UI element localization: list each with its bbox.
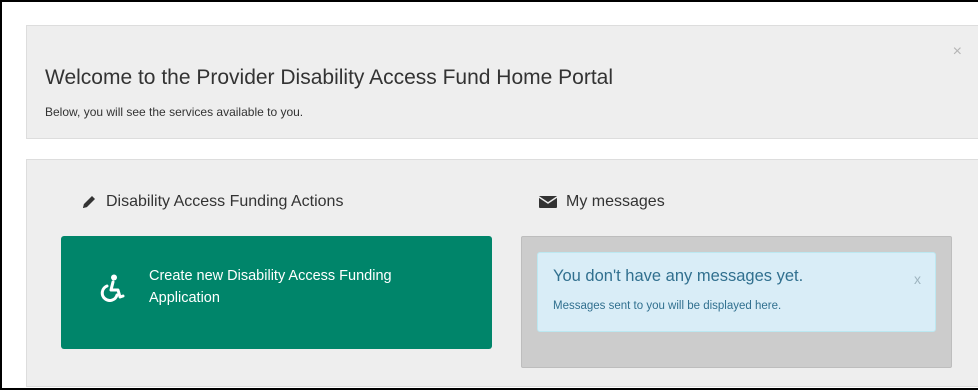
alert-close-button[interactable]: x bbox=[914, 271, 921, 287]
envelope-icon bbox=[539, 196, 557, 208]
pencil-icon bbox=[83, 196, 95, 208]
services-panel: Disability Access Funding Actions My mes… bbox=[26, 159, 978, 387]
messages-well: You don't have any messages yet. Message… bbox=[521, 236, 952, 368]
alert-text: Messages sent to you will be displayed h… bbox=[553, 300, 782, 312]
alert-title: You don't have any messages yet. bbox=[553, 267, 804, 285]
actions-heading-label: Disability Access Funding Actions bbox=[106, 193, 344, 210]
welcome-close-button[interactable]: × bbox=[953, 44, 962, 60]
welcome-banner: × Welcome to the Provider Disability Acc… bbox=[26, 25, 978, 139]
page-title: Welcome to the Provider Disability Acces… bbox=[45, 66, 614, 89]
create-application-label: Create new Disability Access Funding App… bbox=[149, 268, 392, 306]
messages-heading: My messages bbox=[539, 193, 665, 211]
page-subtitle: Below, you will see the services availab… bbox=[45, 105, 304, 119]
wheelchair-icon bbox=[100, 274, 125, 302]
messages-heading-label: My messages bbox=[566, 193, 665, 210]
actions-heading: Disability Access Funding Actions bbox=[81, 193, 343, 211]
create-application-button[interactable]: Create new Disability Access Funding App… bbox=[61, 236, 492, 349]
page-frame: × Welcome to the Provider Disability Acc… bbox=[0, 0, 978, 390]
no-messages-alert: You don't have any messages yet. Message… bbox=[537, 252, 936, 332]
